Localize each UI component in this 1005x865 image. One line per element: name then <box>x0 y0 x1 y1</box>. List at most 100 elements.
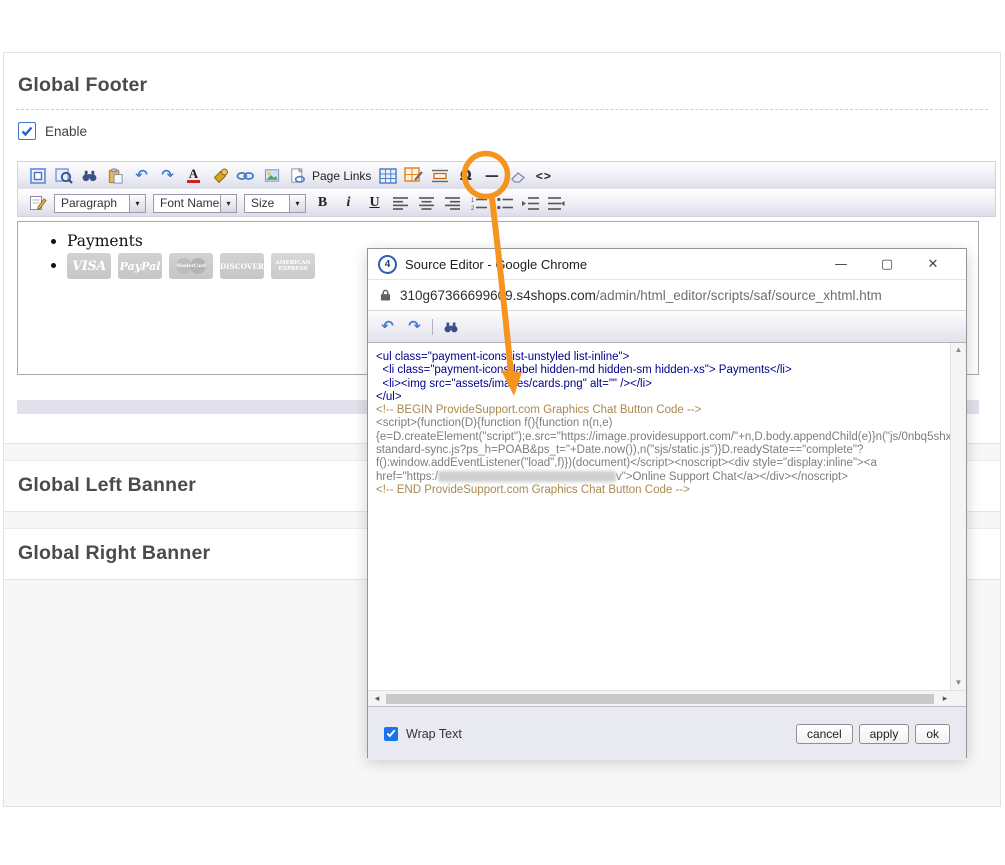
code-line: <li class="payment-icons-label hidden-md… <box>376 364 947 377</box>
mastercard-card-icon: MasterCard <box>169 253 213 279</box>
url-text: 310g67366699609.s4shops.com/admin/html_e… <box>400 288 882 303</box>
code-line: <!-- END ProvideSupport.com Graphics Cha… <box>376 484 947 497</box>
discover-card-icon: DISCOVER <box>220 253 264 279</box>
wrap-text-label: Wrap Text <box>406 727 796 741</box>
redacted-text <box>438 471 616 482</box>
table-icon[interactable] <box>378 166 397 186</box>
check-icon <box>386 729 396 738</box>
link-icon[interactable] <box>236 166 255 186</box>
code-line: href="https:/v">Online Support Chat</a><… <box>376 471 947 484</box>
align-left-icon[interactable] <box>391 193 410 213</box>
window-title: Source Editor - Google Chrome <box>405 257 818 272</box>
fullscreen-icon[interactable] <box>28 166 47 186</box>
find-icon[interactable] <box>441 317 460 337</box>
global-footer-title: Global Footer <box>18 74 147 97</box>
bullet-list-icon[interactable] <box>495 193 514 213</box>
ok-button[interactable]: ok <box>915 724 950 744</box>
font-color-icon[interactable]: A <box>184 166 203 186</box>
preview-icon[interactable] <box>54 166 73 186</box>
undo-icon[interactable]: ↶ <box>132 166 151 186</box>
chevron-down-icon: ▾ <box>220 195 236 212</box>
visa-card-icon: VISA <box>67 253 111 279</box>
page-links-label[interactable]: Page Links <box>312 169 371 183</box>
special-character-icon[interactable]: Ω <box>456 166 475 186</box>
editor-toolbar: ↶ ↷ A Page Links <box>17 161 996 217</box>
edit-document-icon[interactable] <box>28 193 47 213</box>
align-center-icon[interactable] <box>417 193 436 213</box>
background-color-icon[interactable] <box>210 166 229 186</box>
code-line: <!-- BEGIN ProvideSupport.com Graphics C… <box>376 404 947 417</box>
insert-div-icon[interactable] <box>430 166 449 186</box>
chrome-favicon-icon: 4 <box>378 255 397 274</box>
global-right-banner-title: Global Right Banner <box>18 542 210 565</box>
url-domain: 310g67366699609.s4shops.com <box>400 288 596 303</box>
outdent-icon[interactable] <box>547 193 566 213</box>
horizontal-scrollbar[interactable]: ◂ ▸ <box>368 690 966 706</box>
underline-button[interactable]: U <box>365 193 384 213</box>
source-editor-toolbar: ↶ ↷ <box>368 311 966 343</box>
scrollbar-thumb[interactable] <box>386 694 934 704</box>
check-icon <box>21 126 33 137</box>
scroll-right-icon[interactable]: ▸ <box>938 691 952 706</box>
cancel-button[interactable]: cancel <box>796 724 853 744</box>
page-links-icon[interactable] <box>288 166 307 186</box>
font-name-select[interactable]: Font Name ▾ <box>153 194 237 213</box>
image-icon[interactable] <box>262 166 281 186</box>
toolbar-row-2: Paragraph ▾ Font Name ▾ Size ▾ B i U <box>18 190 995 216</box>
lock-icon <box>380 288 391 302</box>
indent-icon[interactable] <box>521 193 540 213</box>
url-path: /admin/html_editor/scripts/saf/source_xh… <box>596 288 882 303</box>
enable-checkbox[interactable] <box>18 122 36 140</box>
apply-button[interactable]: apply <box>859 724 910 744</box>
code-line: </ul> <box>376 391 947 404</box>
chevron-down-icon: ▾ <box>129 195 145 212</box>
maximize-button[interactable]: ▢ <box>864 257 910 272</box>
align-right-icon[interactable] <box>443 193 462 213</box>
redo-icon[interactable]: ↷ <box>158 166 177 186</box>
code-content[interactable]: <ul class="payment-icons list-unstyled l… <box>368 343 951 690</box>
divider <box>16 109 988 110</box>
enable-row: Enable <box>18 122 87 140</box>
scroll-up-icon[interactable]: ▲ <box>951 343 966 357</box>
find-icon[interactable] <box>80 166 99 186</box>
close-button[interactable]: ✕ <box>910 257 956 272</box>
code-line: {e=D.createElement("script");e.src="http… <box>376 431 947 444</box>
vertical-scrollbar[interactable]: ▲ ▼ <box>950 343 966 690</box>
paypal-card-icon: PayPal <box>118 253 162 279</box>
dialog-footer: Wrap Text cancel apply ok <box>368 706 966 760</box>
scroll-down-icon[interactable]: ▼ <box>951 676 966 690</box>
paragraph-select[interactable]: Paragraph ▾ <box>54 194 146 213</box>
window-title-bar[interactable]: 4 Source Editor - Google Chrome — ▢ ✕ <box>368 249 966 280</box>
svg-text:1: 1 <box>471 198 475 204</box>
source-editor-window: 4 Source Editor - Google Chrome — ▢ ✕ 31… <box>367 248 967 758</box>
source-code-icon[interactable]: <> <box>534 166 553 186</box>
chevron-down-icon: ▾ <box>289 195 305 212</box>
numbered-list-icon[interactable]: 12 <box>469 193 488 213</box>
code-editor[interactable]: <ul class="payment-icons list-unstyled l… <box>368 343 966 690</box>
address-bar[interactable]: 310g67366699609.s4shops.com/admin/html_e… <box>368 280 966 311</box>
bold-button[interactable]: B <box>313 193 332 213</box>
enable-label: Enable <box>45 124 87 139</box>
code-line: <li><img src="assets/images/cards.png" a… <box>376 378 947 391</box>
edit-table-icon[interactable] <box>404 166 423 186</box>
code-line: f():window.addEventListener("load",f)})(… <box>376 457 947 470</box>
global-left-banner-title: Global Left Banner <box>18 474 196 497</box>
undo-icon[interactable]: ↶ <box>378 317 397 337</box>
minimize-button[interactable]: — <box>818 257 864 272</box>
wrap-text-checkbox[interactable] <box>384 727 398 741</box>
code-line: <ul class="payment-icons list-unstyled l… <box>376 351 947 364</box>
code-line: <script>(function(D){function f(){functi… <box>376 417 947 430</box>
svg-text:2: 2 <box>471 206 475 210</box>
eraser-icon[interactable] <box>508 166 527 186</box>
horizontal-rule-icon[interactable]: — <box>482 166 501 186</box>
code-line: standard-sync.js?ps_h=POAB&ps_t="+Date.n… <box>376 444 947 457</box>
font-size-select[interactable]: Size ▾ <box>244 194 306 213</box>
toolbar-separator <box>432 319 433 335</box>
paste-icon[interactable] <box>106 166 125 186</box>
italic-button[interactable]: i <box>339 193 358 213</box>
dialog-buttons: cancel apply ok <box>796 724 950 744</box>
redo-icon[interactable]: ↷ <box>405 317 424 337</box>
toolbar-row-1: ↶ ↷ A Page Links <box>18 162 995 190</box>
amex-card-icon: AMERICAN EXPRESS <box>271 253 315 279</box>
scroll-left-icon[interactable]: ◂ <box>370 691 384 706</box>
